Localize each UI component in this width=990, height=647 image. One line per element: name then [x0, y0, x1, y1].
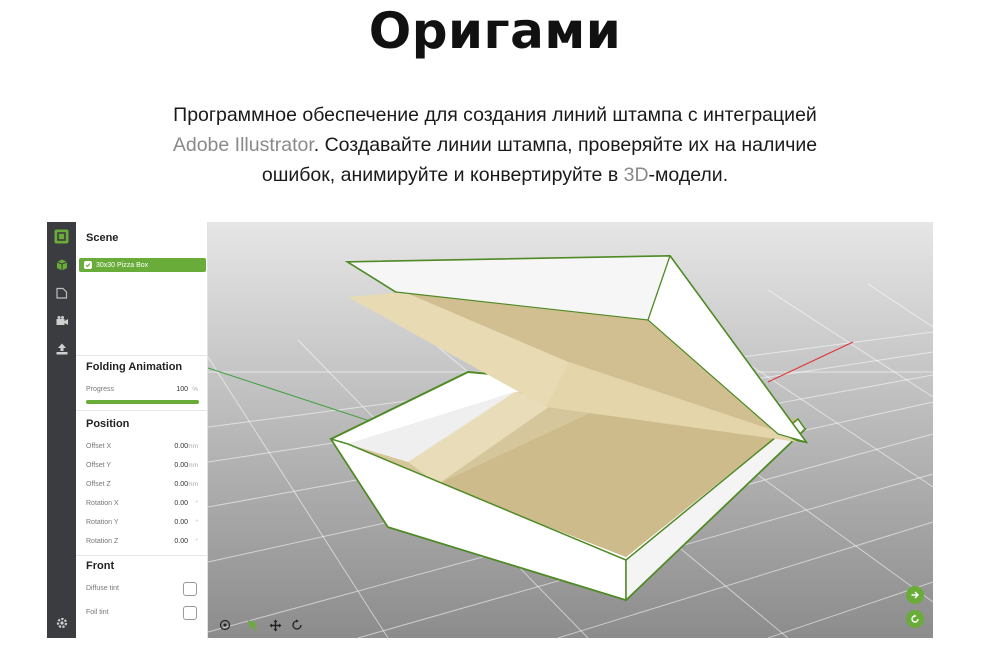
axis-y-line: [208, 367, 389, 428]
offset-z-label: Offset Z: [86, 481, 111, 488]
rotation-z-unit: °: [195, 538, 198, 545]
rotation-y-row[interactable]: Rotation Y 0.00 °: [86, 519, 198, 531]
rotation-y-unit: °: [195, 519, 198, 526]
subtitle-text-3: -модели.: [648, 164, 729, 186]
offset-y-label: Offset Y: [86, 462, 112, 469]
viewport-toolbar: [218, 618, 304, 632]
foil-tint-row: Foil tint: [86, 609, 198, 621]
focus-icon[interactable]: [218, 618, 232, 632]
offset-z-value[interactable]: 0.00: [174, 481, 188, 488]
offset-y-row[interactable]: Offset Y 0.00 mm: [86, 462, 198, 474]
move-icon[interactable]: [268, 618, 282, 632]
scene-item-checkbox[interactable]: [84, 261, 92, 269]
offset-y-value[interactable]: 0.00: [174, 462, 188, 469]
subtitle-text-1: Программное обеспечение для создания лин…: [173, 104, 817, 126]
rotation-x-unit: °: [195, 500, 198, 507]
diffuse-tint-row: Diffuse tint: [86, 585, 198, 597]
box-icon[interactable]: [52, 255, 71, 274]
rotation-z-label: Rotation Z: [86, 538, 119, 545]
folder-icon[interactable]: [52, 283, 71, 302]
icon-sidebar: [47, 222, 76, 638]
progress-value: 100: [176, 386, 188, 393]
rotate-icon[interactable]: [290, 618, 304, 632]
offset-x-label: Offset X: [86, 443, 112, 450]
offset-z-row[interactable]: Offset Z 0.00 mm: [86, 481, 198, 493]
properties-panel: Scene 30x30 Pizza Box Folding Animation …: [76, 222, 208, 638]
foil-tint-checkbox[interactable]: [183, 606, 197, 620]
hero-title: Оригами: [368, 2, 622, 60]
export-icon[interactable]: [52, 339, 71, 358]
rotation-x-value[interactable]: 0.00: [174, 500, 188, 507]
hero-subtitle: Программное обеспечение для создания лин…: [150, 100, 840, 190]
offset-x-row[interactable]: Offset X 0.00 mm: [86, 443, 198, 455]
camera-icon[interactable]: [52, 311, 71, 330]
refresh-icon[interactable]: [906, 610, 924, 628]
rotation-x-label: Rotation X: [86, 500, 119, 507]
scene-item[interactable]: 30x30 Pizza Box: [79, 258, 206, 272]
scene-title: Scene: [86, 232, 119, 244]
pizza-box-model: [329, 254, 809, 602]
select-arrow-icon[interactable]: [246, 618, 260, 632]
progress-label: Progress: [86, 386, 115, 393]
rotation-x-row[interactable]: Rotation X 0.00 °: [86, 500, 198, 512]
rotation-z-value[interactable]: 0.00: [174, 538, 188, 545]
rotation-y-value[interactable]: 0.00: [174, 519, 188, 526]
rotation-z-row[interactable]: Rotation Z 0.00 °: [86, 538, 198, 550]
offset-z-unit: mm: [187, 481, 198, 488]
3d-viewport[interactable]: [208, 222, 933, 638]
divider: [76, 355, 208, 356]
front-title: Front: [86, 560, 115, 572]
scene-item-label: 30x30 Pizza Box: [96, 261, 149, 269]
diffuse-tint-label: Diffuse tint: [86, 585, 119, 592]
progress-fill: [86, 400, 199, 404]
app-logo-icon[interactable]: [52, 227, 71, 246]
offset-y-unit: mm: [187, 462, 198, 469]
settings-icon[interactable]: [52, 613, 71, 632]
next-icon[interactable]: [906, 586, 924, 604]
subtitle-text-2: . Создавайте линии штампа, проверяйте их…: [261, 134, 818, 186]
offset-x-value[interactable]: 0.00: [174, 443, 188, 450]
app-window: Scene 30x30 Pizza Box Folding Animation …: [47, 222, 933, 638]
folding-animation-title: Folding Animation: [86, 361, 183, 373]
rotation-y-label: Rotation Y: [86, 519, 119, 526]
foil-tint-label: Foil tint: [86, 609, 109, 616]
progress-row: Progress 100 %: [86, 386, 198, 398]
subtitle-adobe: Adobe Illustrator: [172, 134, 314, 156]
scene-render: [208, 254, 933, 638]
diffuse-tint-checkbox[interactable]: [183, 582, 197, 596]
subtitle-3d: 3D: [623, 164, 649, 186]
progress-slider[interactable]: [86, 400, 199, 404]
position-title: Position: [86, 418, 130, 430]
divider: [76, 555, 208, 556]
progress-unit: %: [192, 386, 198, 393]
offset-x-unit: mm: [187, 443, 198, 450]
divider: [76, 410, 208, 411]
